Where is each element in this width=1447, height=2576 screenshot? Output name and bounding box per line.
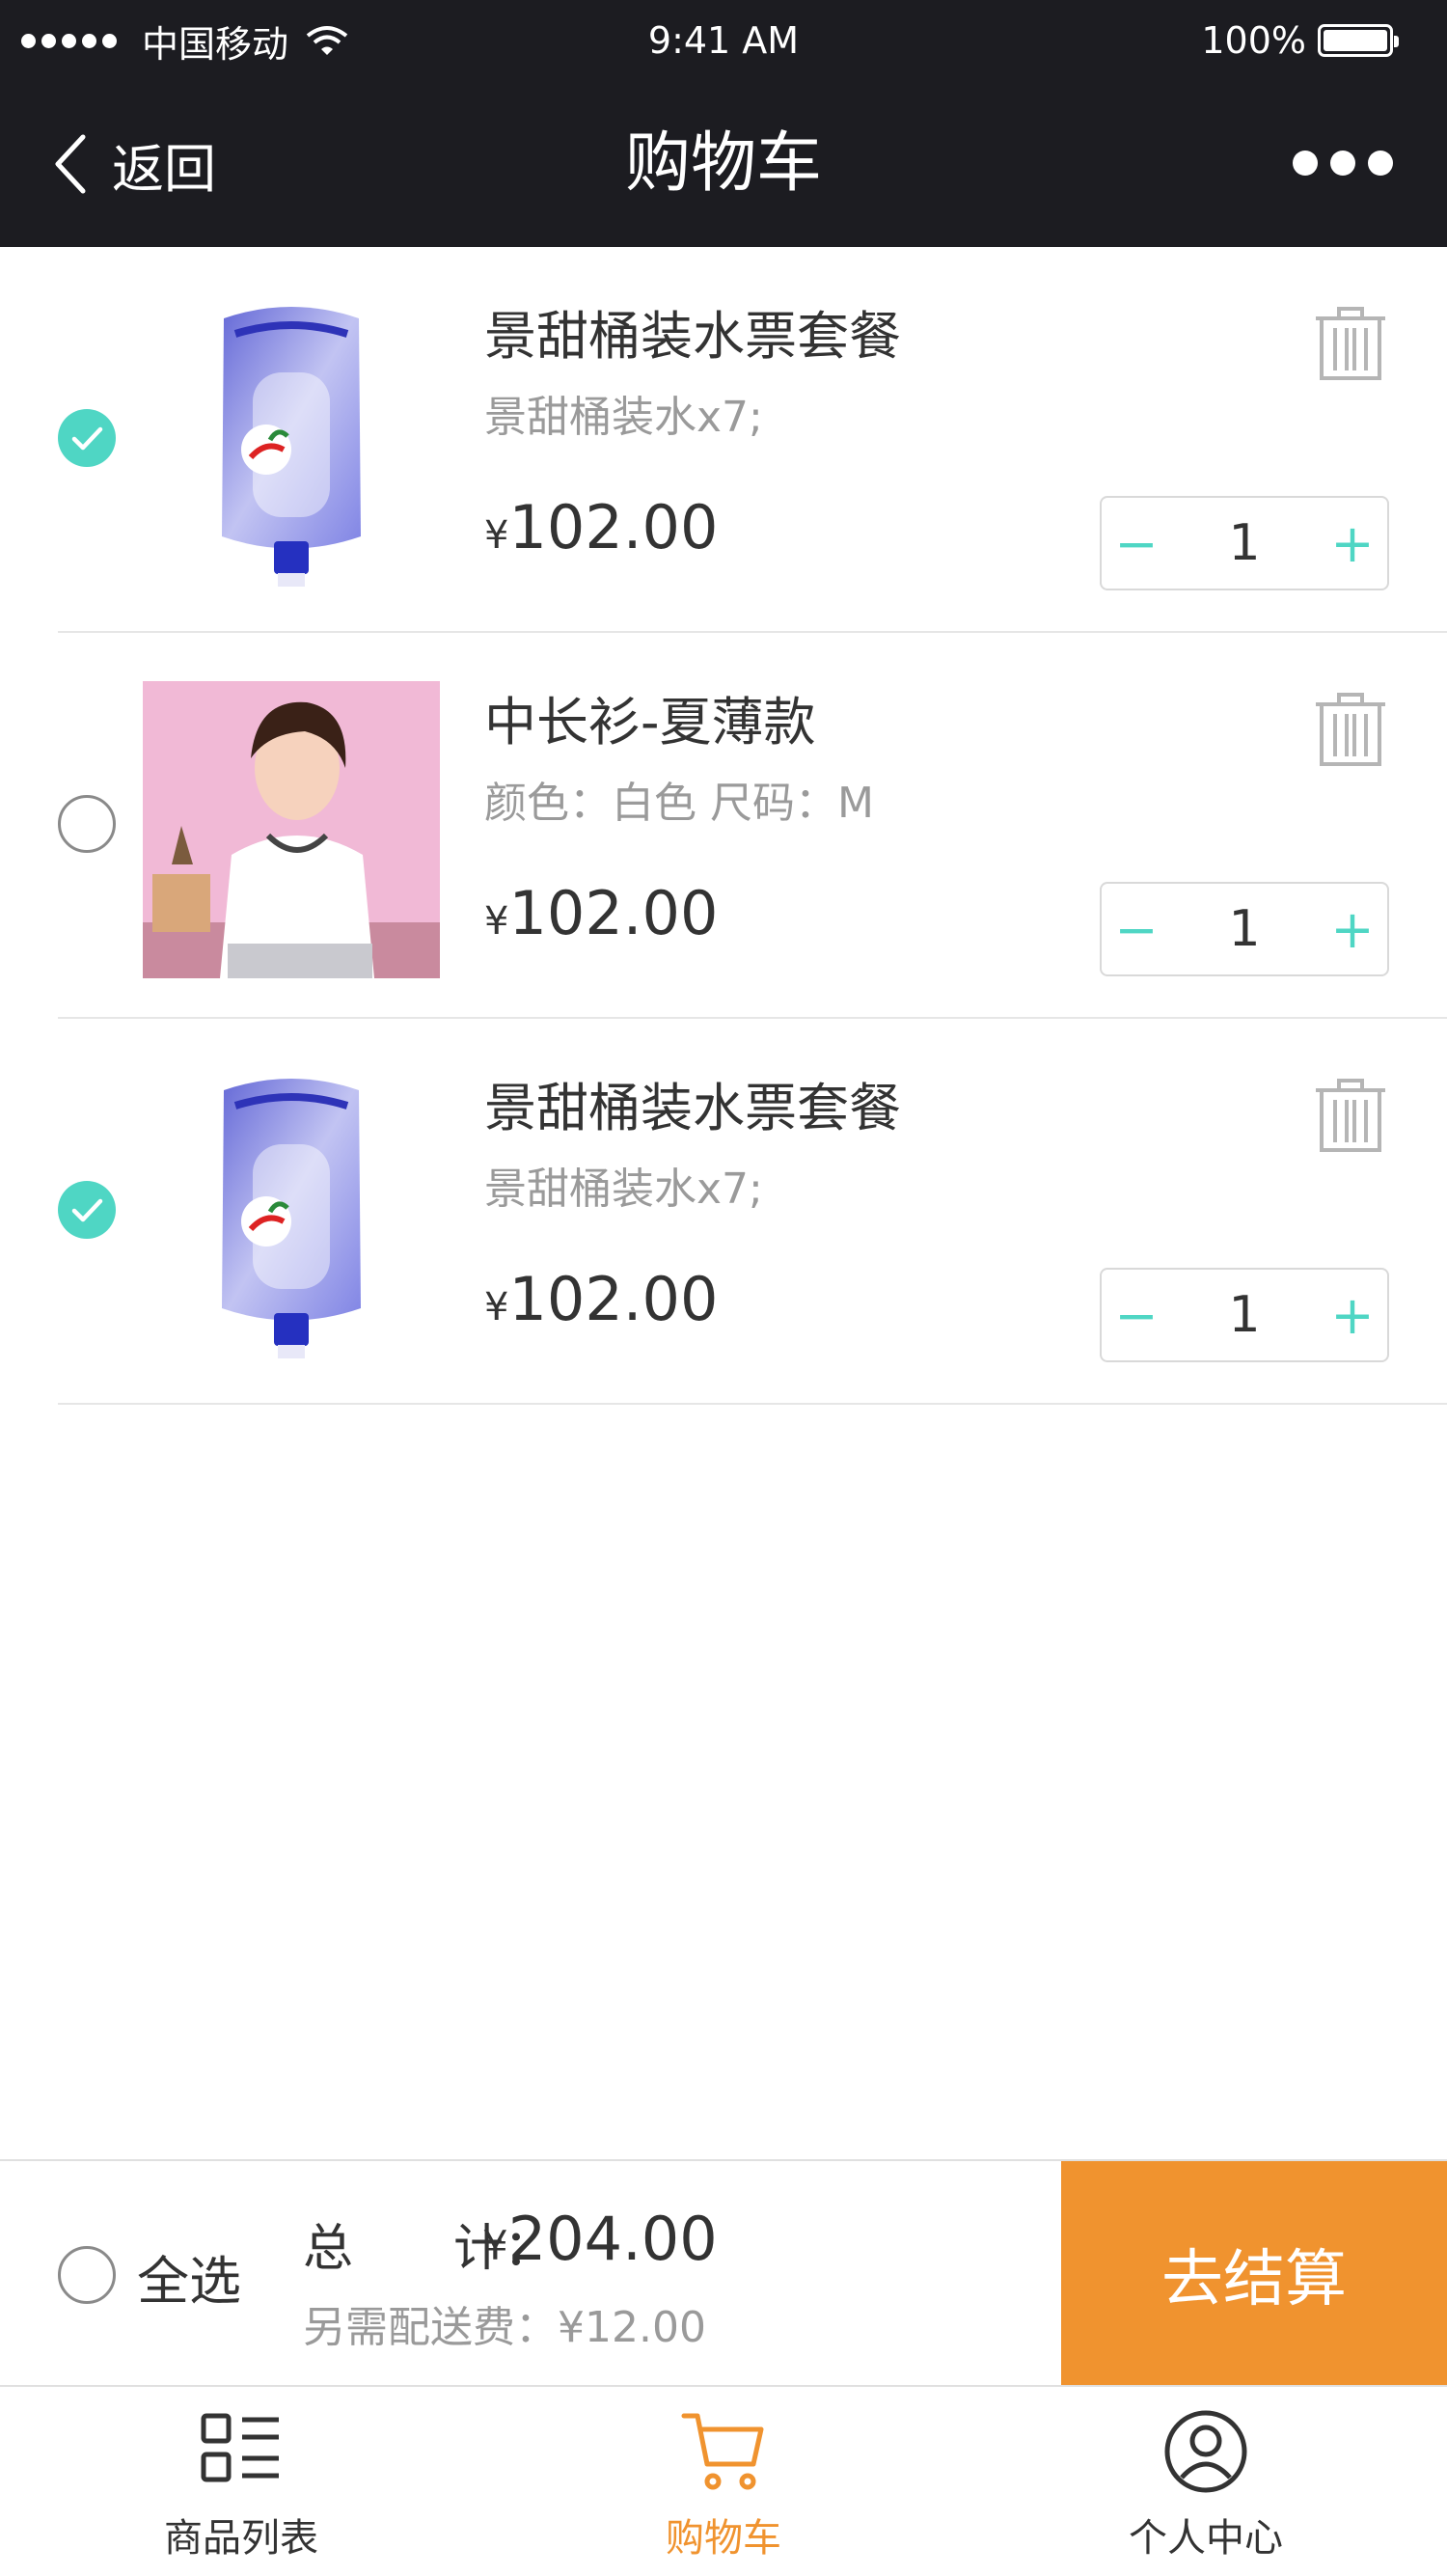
product-price: ¥102.00 [484,492,718,562]
trash-icon[interactable] [1312,1075,1389,1156]
quantity-stepper: − 1 + [1100,496,1389,590]
trash-icon[interactable] [1312,303,1389,384]
tab-product-list[interactable]: 商品列表 [0,2387,482,2576]
decrement-button[interactable]: − [1102,513,1171,574]
tab-bar: 商品列表 购物车 个人中心 [0,2385,1447,2576]
tab-profile[interactable]: 个人中心 [965,2387,1447,2576]
battery-icon [1318,24,1399,57]
cart-item: 景甜桶装水票套餐 景甜桶装水x7; ¥102.00 − 1 + [0,1019,1447,1405]
water-bottle-icon [222,1079,361,1358]
checkmark-icon [71,1198,103,1222]
increment-button[interactable]: + [1318,1285,1387,1346]
cart-summary-bar: 全选 总 计： ¥204.00 另需配送费：¥12.00 去结算 [0,2159,1447,2387]
top-bar: 中国移动 9:41 AM 100% 返回 购物车 [0,0,1447,247]
select-all-label[interactable]: 全选 [137,2238,241,2315]
total-value: 204.00 [507,2204,718,2274]
cart-item: 景甜桶装水票套餐 景甜桶装水x7; ¥102.00 − 1 + [0,247,1447,633]
item-checkbox[interactable] [58,1181,116,1239]
tab-label: 购物车 [666,2516,781,2561]
quantity-stepper: − 1 + [1100,1268,1389,1362]
list-icon [201,2413,279,2482]
price-value: 102.00 [508,1264,719,1334]
product-spec: 颜色：白色 尺码：M [484,779,874,828]
delivery-fee: 另需配送费：¥12.00 [303,2303,706,2352]
trash-icon[interactable] [1312,689,1389,770]
product-price: ¥102.00 [484,1264,718,1334]
product-image-water-bottle[interactable] [143,295,440,592]
product-image-clothing[interactable] [143,681,440,978]
nav-bar: 返回 购物车 [0,81,1447,247]
checkmark-icon [71,426,103,451]
increment-button[interactable]: + [1318,899,1387,960]
tab-label: 商品列表 [164,2516,318,2561]
user-icon [1164,2410,1247,2493]
checkout-button[interactable]: 去结算 [1061,2161,1447,2387]
currency-symbol: ¥ [482,2222,508,2269]
cart-icon [681,2413,764,2490]
cart-list: 景甜桶装水票套餐 景甜桶装水x7; ¥102.00 − 1 + 中长衫-夏薄款 … [0,247,1447,1405]
decrement-button[interactable]: − [1102,899,1171,960]
currency-symbol: ¥ [484,1285,509,1329]
item-checkbox[interactable] [58,795,116,853]
quantity-value[interactable]: 1 [1171,1286,1318,1344]
product-name: 中长衫-夏薄款 [484,692,816,753]
product-spec: 景甜桶装水x7; [484,393,763,442]
item-checkbox[interactable] [58,409,116,467]
divider [58,1403,1447,1405]
decrement-button[interactable]: − [1102,1285,1171,1346]
tab-cart[interactable]: 购物车 [482,2387,965,2576]
currency-symbol: ¥ [484,899,509,944]
price-value: 102.00 [508,878,719,948]
select-all-checkbox[interactable] [58,2246,116,2304]
status-bar: 中国移动 9:41 AM 100% [0,0,1447,81]
quantity-value[interactable]: 1 [1171,514,1318,572]
clothing-photo-icon [143,681,440,978]
price-value: 102.00 [508,492,719,562]
product-image-water-bottle[interactable] [143,1067,440,1364]
quantity-stepper: − 1 + [1100,882,1389,976]
battery-percent: 100% [1201,19,1306,62]
tab-label: 个人中心 [1129,2516,1283,2561]
product-name: 景甜桶装水票套餐 [484,306,901,367]
page-title: 购物车 [624,125,822,202]
product-spec: 景甜桶装水x7; [484,1165,763,1214]
cart-item: 中长衫-夏薄款 颜色：白色 尺码：M ¥102.00 − 1 + [0,633,1447,1019]
increment-button[interactable]: + [1318,513,1387,574]
total-price: ¥204.00 [482,2204,718,2274]
product-price: ¥102.00 [484,878,718,948]
water-bottle-icon [222,307,361,587]
quantity-value[interactable]: 1 [1171,900,1318,958]
currency-symbol: ¥ [484,513,509,558]
product-name: 景甜桶装水票套餐 [484,1078,901,1138]
more-options-icon[interactable] [1293,151,1393,178]
